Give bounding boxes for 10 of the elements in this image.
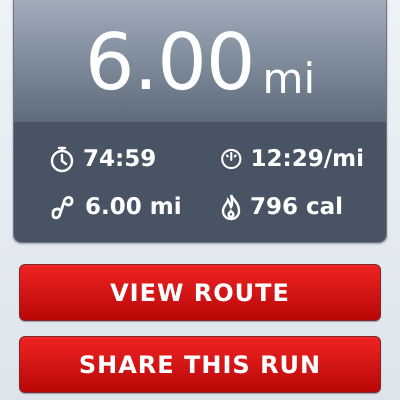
distance-value: 6.00 xyxy=(84,24,255,102)
flame-icon xyxy=(220,193,242,222)
stat-value: 796 cal xyxy=(250,193,344,222)
stat-value: 6.00 mi xyxy=(85,193,182,222)
distance-unit: mi xyxy=(262,58,316,100)
stopwatch-icon xyxy=(49,144,75,173)
stat-value: 12:29/mi xyxy=(250,144,364,174)
action-button[interactable]: VIEW ROUTE xyxy=(19,264,381,321)
action-button[interactable]: SHARE THIS RUN xyxy=(19,336,381,393)
stat-value: 74:59 xyxy=(83,144,156,174)
